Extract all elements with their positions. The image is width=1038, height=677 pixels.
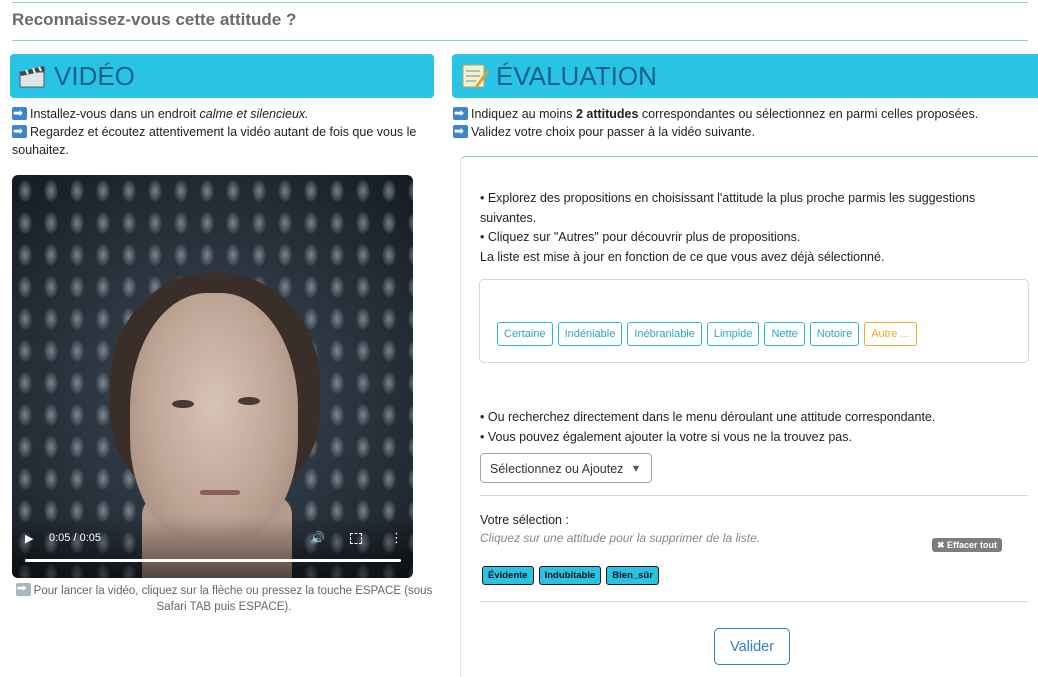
suggestion-chip[interactable]: Inébranlable: [627, 322, 702, 346]
video-time: 0:05 / 0:05: [49, 532, 101, 544]
more-options-icon[interactable]: ⋮: [390, 531, 403, 546]
play-icon[interactable]: ▶: [25, 532, 33, 545]
suggestion-chip[interactable]: Certaine: [497, 322, 553, 346]
page-title: Reconnaissez-vous cette attitude ?: [12, 10, 297, 29]
suggestion-chip[interactable]: Indéniable: [557, 322, 623, 346]
selected-attitude-chip[interactable]: Bien_sûr: [606, 566, 659, 585]
video-player[interactable]: ▶ 0:05 / 0:05 🔊 ⋮: [12, 175, 413, 578]
eval-instruction-2: Validez votre choix pour passer à la vid…: [453, 122, 1038, 141]
video-subject-mouth: [200, 490, 240, 495]
eval-instruction-1: Indiquez au moins 2 attitudes correspond…: [453, 104, 1038, 123]
evaluation-panel-title: ÉVALUATION: [496, 60, 657, 91]
clapperboard-icon: [18, 63, 48, 89]
caret-down-icon: ▼: [632, 464, 639, 473]
suggestion-chip[interactable]: Limpide: [706, 322, 760, 346]
memo-icon: [460, 63, 490, 89]
video-controls: ▶ 0:05 / 0:05 🔊 ⋮: [12, 518, 413, 578]
selected-attitude-chip[interactable]: Indubitable: [538, 566, 602, 585]
selected-attitude-chip[interactable]: Évidente: [482, 566, 534, 585]
video-instruction-2: Regardez et écoutez attentivement la vid…: [12, 122, 422, 159]
title-rule: [12, 40, 1028, 41]
volume-icon[interactable]: 🔊: [310, 531, 325, 545]
video-panel-header: VIDÉO: [10, 54, 434, 98]
arrow-right-icon: [453, 122, 468, 140]
video-instruction-1: Installez-vous dans un endroit calme et …: [12, 104, 432, 123]
validate-button[interactable]: Valider: [714, 628, 790, 665]
video-subject-face: [130, 293, 298, 543]
search-instructions: • Ou recherchez directement dans le menu…: [480, 410, 936, 444]
explore-instructions: • Explorez des propositions en choisissa…: [480, 191, 976, 264]
arrow-right-icon: [12, 104, 27, 122]
video-panel-title: VIDÉO: [54, 60, 135, 91]
selection-hint: Cliquez sur une attitude pour la supprim…: [480, 531, 761, 545]
video-caption: Pour lancer la vidéo, cliquez sur la flè…: [12, 580, 436, 615]
suggestions-box: Certaine Indéniable Inébranlable Limpide…: [479, 279, 1029, 363]
video-subject-eye: [172, 400, 194, 408]
fullscreen-icon[interactable]: [350, 533, 362, 544]
top-rule: [12, 2, 1028, 3]
dropdown-label: Sélectionnez ou Ajoutez: [490, 462, 624, 476]
evaluation-panel-header: ÉVALUATION: [452, 54, 1038, 98]
arrow-right-icon: [453, 104, 468, 122]
selection-title: Votre sélection :: [480, 513, 569, 527]
video-subject-eye: [238, 397, 260, 405]
clear-all-button[interactable]: ✖ Effacer tout: [932, 538, 1003, 552]
selected-attitudes: Évidente Indubitable Bien_sûr: [482, 566, 659, 585]
section-divider: [480, 601, 1028, 602]
other-suggestions-button[interactable]: Autre ...: [864, 322, 917, 346]
arrow-right-icon: [12, 122, 27, 140]
arrow-right-icon: [15, 580, 31, 596]
suggestion-list: Certaine Indéniable Inébranlable Limpide…: [497, 322, 917, 346]
video-progress-bar[interactable]: [25, 559, 401, 562]
section-divider: [480, 495, 1028, 496]
suggestion-chip[interactable]: Notoire: [809, 322, 860, 346]
suggestion-chip[interactable]: Nette: [764, 322, 805, 346]
attitude-select-dropdown[interactable]: Sélectionnez ou Ajoutez ▼: [480, 453, 652, 483]
